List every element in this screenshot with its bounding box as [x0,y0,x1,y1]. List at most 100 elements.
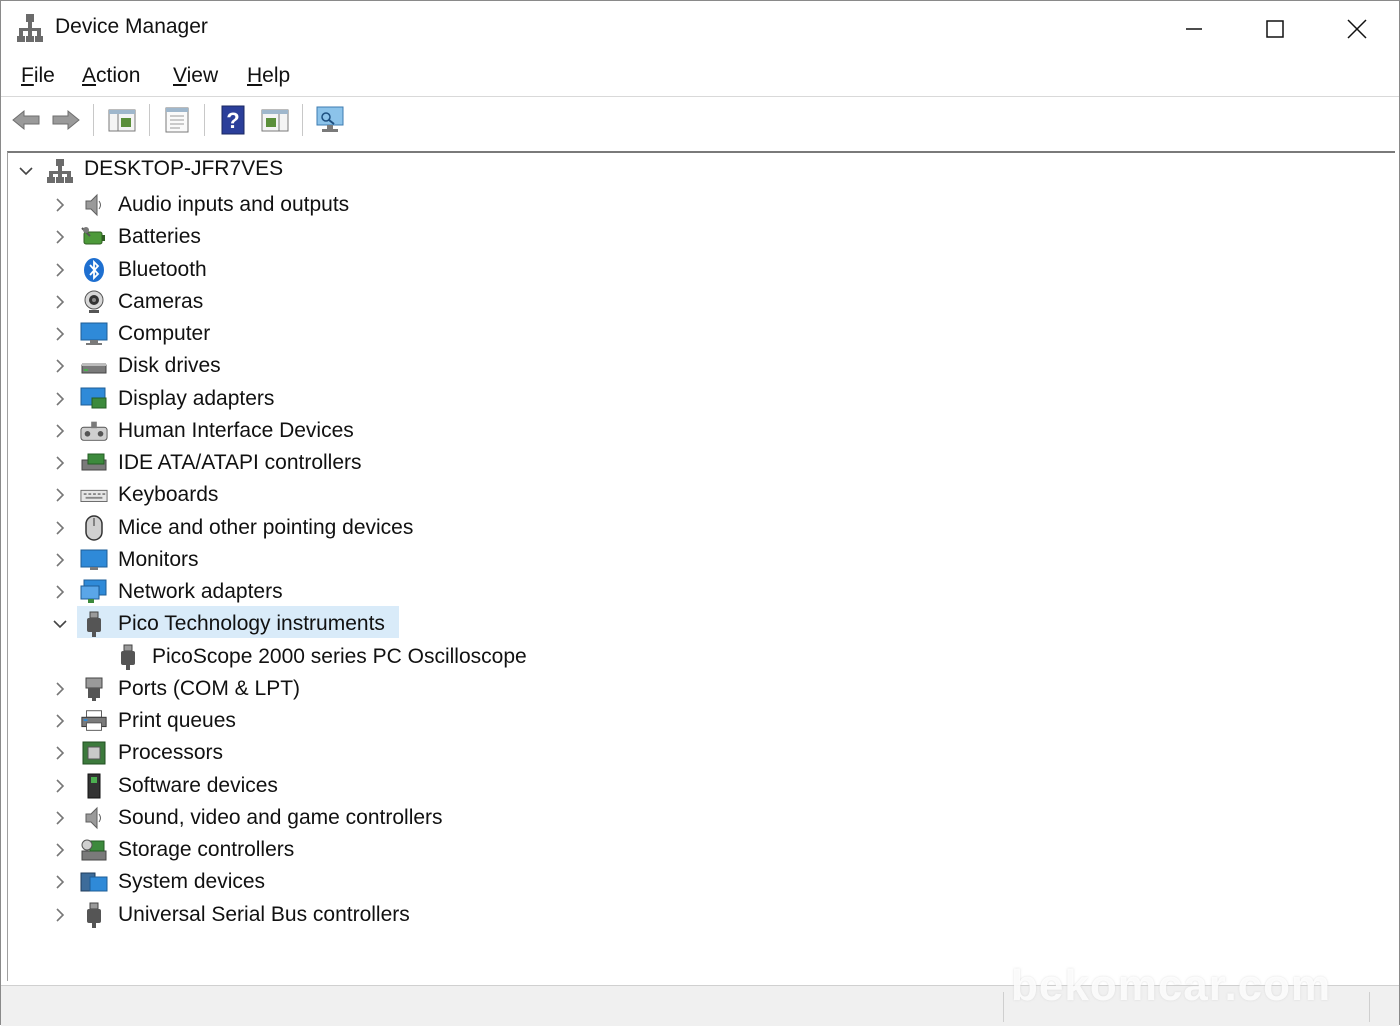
chevron-right-icon [56,488,65,502]
expand-chevron[interactable] [50,195,70,215]
tree-category-label[interactable]: Print queues [118,709,236,733]
help-icon: ? [221,105,245,135]
tree-category-label[interactable]: Pico Technology instruments [118,612,385,636]
status-divider [1003,992,1004,1022]
menu-view-rest: iew [186,64,219,87]
tree-category-label[interactable]: Human Interface Devices [118,419,354,443]
title-bar[interactable]: Device Manager [1,1,1399,57]
expand-chevron[interactable] [50,260,70,280]
menu-view[interactable]: View [173,64,218,88]
storage-controller-icon [80,836,108,864]
tree-category-label[interactable]: Software devices [118,774,278,798]
expand-chevron[interactable] [50,840,70,860]
window-title: Device Manager [55,15,208,38]
expand-chevron[interactable] [50,905,70,925]
back-button[interactable] [9,104,43,136]
chevron-right-icon [56,746,65,760]
keyboard-icon [80,481,108,509]
tree-category-label[interactable]: Display adapters [118,387,274,411]
tree-category-label[interactable]: Mice and other pointing devices [118,516,413,540]
tree-category-label[interactable]: Cameras [118,290,203,314]
tree-category-label[interactable]: Universal Serial Bus controllers [118,903,410,927]
maximize-button[interactable] [1235,1,1315,57]
chevron-right-icon [56,230,65,244]
chevron-right-icon [56,295,65,309]
port-icon [80,675,108,703]
chevron-right-icon [56,327,65,341]
sound-controller-icon [80,804,108,832]
chevron-right-icon [56,682,65,696]
expand-chevron[interactable] [50,227,70,247]
expand-chevron[interactable] [50,356,70,376]
expand-chevron[interactable] [50,518,70,538]
collapse-chevron[interactable] [16,161,36,181]
tree-category-label[interactable]: Keyboards [118,483,218,507]
scan-hardware-button[interactable] [313,104,347,136]
tree-category-label[interactable]: Storage controllers [118,838,294,862]
tree-category-label[interactable]: Network adapters [118,580,283,604]
tree-category-label[interactable]: Ports (COM & LPT) [118,677,300,701]
menu-file[interactable]: File [21,64,55,88]
expand-chevron[interactable] [50,550,70,570]
chevron-right-icon [56,456,65,470]
tree-category-label[interactable]: System devices [118,870,265,894]
menu-help[interactable]: Help [247,64,290,88]
computer-icon [80,320,108,348]
tree-device-label[interactable]: PicoScope 2000 series PC Oscilloscope [152,645,527,669]
expand-chevron[interactable] [50,485,70,505]
tree-root-label[interactable]: DESKTOP-JFR7VES [84,157,283,181]
tree-category-label[interactable]: Processors [118,741,223,765]
expand-chevron[interactable] [50,453,70,473]
menu-file-accel: F [21,64,34,87]
menu-help-accel: H [247,64,263,87]
expand-chevron[interactable] [50,776,70,796]
menu-action[interactable]: Action [82,64,140,88]
expand-chevron[interactable] [50,389,70,409]
chevron-right-icon [56,391,65,406]
speaker-icon [80,191,108,219]
tree-category-label[interactable]: Disk drives [118,354,221,378]
tree-category-label[interactable]: Computer [118,322,210,346]
forward-button[interactable] [49,104,83,136]
expand-chevron[interactable] [50,292,70,312]
processor-icon [80,739,108,767]
close-icon [1347,19,1367,39]
expand-chevron[interactable] [50,582,70,602]
device-tree[interactable]: DESKTOP-JFR7VES Audio inputs and outputs… [7,151,1395,981]
chevron-right-icon [56,553,65,567]
close-button[interactable] [1317,1,1397,57]
monitor-icon [80,546,108,574]
network-adapter-icon [80,578,108,606]
show-hide-console-tree-button[interactable] [105,104,139,136]
ide-controller-icon [80,449,108,477]
chevron-right-icon [56,585,65,599]
back-arrow-icon [12,109,40,131]
tree-category-label[interactable]: IDE ATA/ATAPI controllers [118,451,362,475]
maximize-icon [1266,20,1284,38]
tree-category-label[interactable]: Batteries [118,225,201,249]
tree-category-label[interactable]: Audio inputs and outputs [118,193,349,217]
usb-controller-icon [80,901,108,929]
tree-category-label[interactable]: Sound, video and game controllers [118,806,443,830]
tree-category-label[interactable]: Monitors [118,548,199,572]
expand-chevron[interactable] [50,324,70,344]
expand-chevron[interactable] [50,679,70,699]
help-button[interactable]: ? [216,104,250,136]
minimize-button[interactable] [1154,1,1234,57]
tree-category-label[interactable]: Bluetooth [118,258,207,282]
expand-chevron[interactable] [50,872,70,892]
collapse-chevron[interactable] [50,614,70,634]
action-pane-button[interactable] [258,104,292,136]
expand-chevron[interactable] [50,743,70,763]
expand-chevron[interactable] [50,808,70,828]
expand-chevron[interactable] [50,421,70,441]
device-manager-window: Device Manager File Action View Help ? D… [0,0,1400,1026]
properties-button[interactable] [160,104,194,136]
expand-chevron[interactable] [50,711,70,731]
action-pane-icon [261,109,289,132]
disk-drive-icon [80,352,108,380]
chevron-right-icon [56,262,65,277]
monitor-scan-icon [316,106,344,132]
camera-icon [80,288,108,316]
svg-text:?: ? [226,108,239,133]
